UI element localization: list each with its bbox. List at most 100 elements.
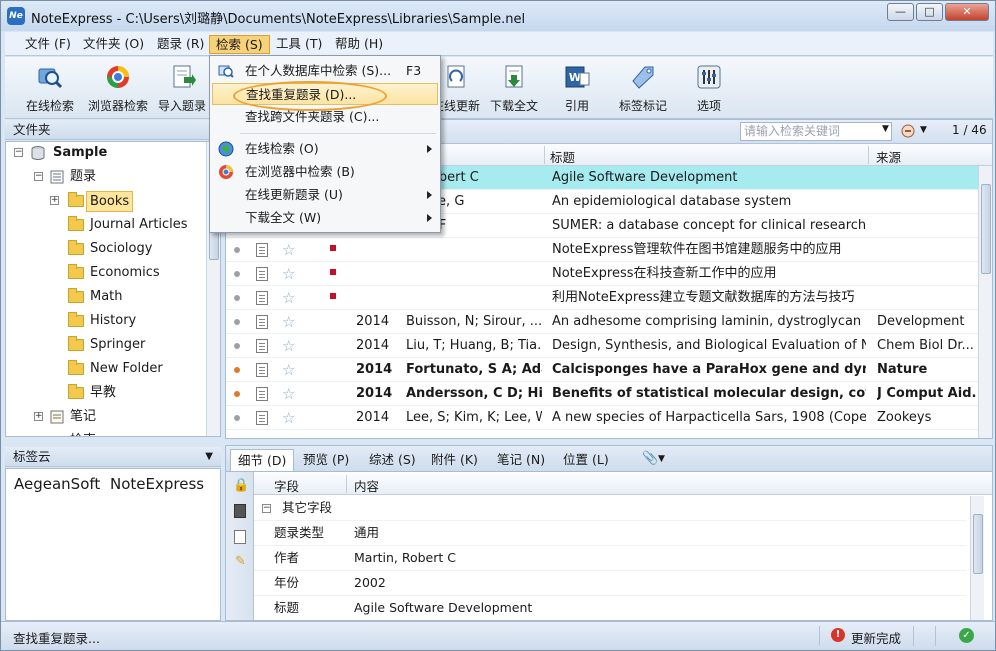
table-row[interactable]: ☆ NoteExpress在科技查新工作中的应用	[226, 262, 980, 286]
tree-folder-early-edu[interactable]: 早教	[6, 382, 206, 404]
star-icon[interactable]: ☆	[282, 359, 295, 382]
tree-folder-journal-articles[interactable]: Journal Articles	[6, 214, 206, 236]
tab-detail[interactable]: 细节 (D)	[230, 449, 295, 471]
submenu-arrow-icon	[427, 214, 432, 222]
copy-icon[interactable]	[234, 530, 246, 544]
menu-file[interactable]: 文件 (F)	[19, 35, 77, 54]
col-source[interactable]: 来源	[876, 147, 901, 166]
col-title[interactable]: 标题	[550, 147, 575, 166]
search-dropdown-icon[interactable]: ▼	[882, 124, 889, 134]
tag-noteexpress[interactable]: NoteExpress	[110, 475, 204, 493]
star-icon[interactable]: ☆	[282, 239, 295, 262]
attach-dropdown-icon[interactable]: ▼	[658, 454, 665, 464]
tab-location[interactable]: 位置 (L)	[556, 449, 616, 471]
menu-search[interactable]: 检索 (S)	[209, 35, 270, 54]
scrollbar-thumb[interactable]	[973, 514, 983, 574]
menu-help[interactable]: 帮助 (H)	[329, 35, 389, 54]
detail-row[interactable]: 年份 2002	[254, 571, 966, 596]
menu-tools[interactable]: 工具 (T)	[270, 35, 328, 54]
online-search-button[interactable]: 在线检索	[21, 61, 79, 115]
menu-folder[interactable]: 文件夹 (O)	[77, 35, 150, 54]
expand-icon[interactable]: +	[50, 196, 59, 205]
tree-node-notes[interactable]: + 笔记	[6, 406, 206, 428]
detail-row[interactable]: 题录类型 通用	[254, 521, 966, 546]
brush-icon[interactable]: ✎	[235, 554, 246, 569]
download-fulltext-button[interactable]: 下载全文	[485, 61, 543, 115]
tree-folder-new-folder[interactable]: New Folder	[6, 358, 206, 380]
tag-mark-button[interactable]: 标签标记	[615, 61, 671, 115]
search-options-icon[interactable]	[900, 123, 916, 139]
book-icon[interactable]	[234, 504, 246, 518]
star-icon[interactable]: ☆	[282, 383, 295, 406]
document-icon	[256, 243, 268, 257]
star-icon[interactable]: ☆	[282, 311, 295, 334]
tree-node-library[interactable]: − Sample	[6, 142, 206, 164]
tab-summary[interactable]: 综述 (S)	[362, 449, 423, 471]
dropdown-arrow-icon[interactable]: ▼	[205, 447, 213, 466]
import-button[interactable]: 导入题录	[155, 61, 209, 115]
menu-item-online-search[interactable]: 在线检索 (O)	[212, 138, 438, 160]
tab-notes[interactable]: 笔记 (N)	[490, 449, 552, 471]
browser-search-button[interactable]: 浏览器检索	[85, 61, 151, 115]
detail-group-row[interactable]: − 其它字段	[254, 496, 966, 521]
document-icon	[256, 315, 268, 329]
update-icon	[447, 65, 465, 88]
paperclip-icon[interactable]: 📎	[642, 451, 658, 466]
menu-item-browser-search[interactable]: 在浏览器中检索 (B)	[212, 161, 438, 183]
tree-folder-economics[interactable]: Economics	[6, 262, 206, 284]
tree-folder-springer[interactable]: Springer	[6, 334, 206, 356]
expand-icon[interactable]: +	[34, 412, 43, 421]
table-row[interactable]: ☆ 2014 Liu, T; Huang, B; Tia... Design, Syn…	[226, 334, 980, 358]
table-row[interactable]: ☆ 2014 Buisson, N; Sirour, ... An adhesome …	[226, 310, 980, 334]
detail-scrollbar[interactable]	[970, 496, 984, 620]
cell-source: Development	[877, 314, 965, 329]
collapse-icon[interactable]: −	[14, 148, 23, 157]
menu-item-online-update[interactable]: 在线更新题录 (U)	[212, 184, 438, 206]
table-row[interactable]: ☆ 2014 Andersson, C D; Hill Benefits of sta…	[226, 382, 980, 406]
scrollbar-thumb[interactable]	[981, 184, 991, 274]
tree-folder-history[interactable]: History	[6, 310, 206, 332]
menu-item-local-search[interactable]: 在个人数据库中检索 (S)... F3	[212, 60, 438, 82]
minimize-button[interactable]: —	[887, 3, 914, 21]
detail-column-header: 字段 内容	[254, 473, 992, 495]
table-row[interactable]: ☆ 利用NoteExpress建立专题文献数据库的方法与技巧	[226, 286, 980, 310]
close-button[interactable]: ✕	[945, 3, 989, 21]
list-icon	[50, 170, 64, 184]
folder-panel-header: 文件夹	[5, 120, 221, 140]
star-icon[interactable]: ☆	[282, 263, 295, 286]
menu-item-download-fulltext[interactable]: 下载全文 (W)	[212, 207, 438, 229]
status-text: 查找重复题录...	[13, 631, 100, 646]
expand-icon[interactable]: +	[35, 436, 43, 437]
maximize-button[interactable]: □	[916, 3, 943, 21]
table-row[interactable]: ☆ 2014 Lee, S; Kim, K; Lee, W A new species…	[226, 406, 980, 430]
tree-folder-math[interactable]: Math	[6, 286, 206, 308]
menu-reference[interactable]: 题录 (R)	[151, 35, 210, 54]
submenu-arrow-icon	[427, 145, 432, 153]
star-icon[interactable]: ☆	[282, 407, 295, 430]
folder-label: Math	[90, 289, 123, 304]
options-dropdown-icon[interactable]: ▼	[920, 125, 927, 135]
detail-row[interactable]: 标题 Agile Software Development	[254, 596, 966, 620]
browser-search-label: 浏览器检索	[87, 99, 148, 113]
detail-row[interactable]: 作者 Martin, Robert C	[254, 546, 966, 571]
tree-node-search[interactable]: + 检索	[6, 430, 206, 437]
reference-search-input[interactable]: 请输入检索关键词	[740, 122, 892, 141]
tab-attachments[interactable]: 附件 (K)	[424, 449, 485, 471]
options-icon	[697, 65, 721, 89]
tree-folder-books[interactable]: + Books	[6, 190, 206, 212]
tree-folder-sociology[interactable]: Sociology	[6, 238, 206, 260]
cite-button[interactable]: W 引用	[557, 61, 597, 115]
star-icon[interactable]: ☆	[282, 287, 295, 310]
table-row[interactable]: ☆ 2014 Fortunato, S A; Ada. Calcisponges ha…	[226, 358, 980, 382]
collapse-icon[interactable]: −	[262, 504, 271, 513]
options-button[interactable]: 选项	[689, 61, 729, 115]
table-row[interactable]: ☆ NoteExpress管理软件在图书馆建题服务中的应用	[226, 238, 980, 262]
tree-node-refs[interactable]: − 题录	[6, 166, 206, 188]
tag-aegeansoft[interactable]: AegeanSoft	[14, 475, 100, 493]
cell-source: Chem Biol Dr...	[877, 338, 974, 353]
lock-icon[interactable]: 🔒	[233, 478, 249, 493]
reference-list-scrollbar[interactable]	[978, 166, 992, 438]
star-icon[interactable]: ☆	[282, 335, 295, 358]
collapse-icon[interactable]: −	[34, 172, 43, 181]
tab-preview[interactable]: 预览 (P)	[296, 449, 356, 471]
